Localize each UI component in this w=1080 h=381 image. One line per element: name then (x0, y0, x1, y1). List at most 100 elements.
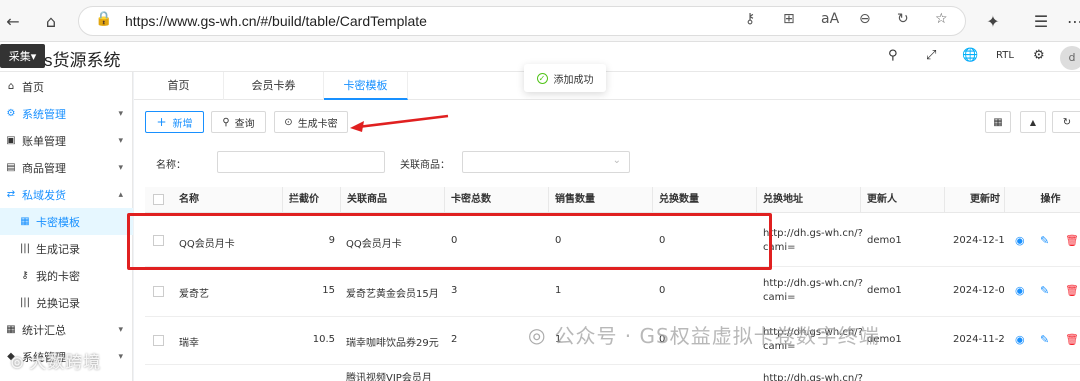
target-icon: ⊙ (284, 116, 293, 128)
annotation-arrow (350, 114, 449, 132)
search-icon: ⚲ (222, 116, 230, 128)
home-icon[interactable]: ⌂ (38, 8, 64, 34)
bill-icon: ▣ (6, 135, 16, 146)
view-icon[interactable]: ◉ (1015, 284, 1025, 297)
rtl-toggle[interactable]: RTL (996, 50, 1014, 61)
logo[interactable]: 采集 ▾ (0, 44, 45, 68)
table-row[interactable]: 爱奇艺 15 爱奇艺黄金会员15月 3 1 0 http://dh.gs-wh.… (145, 267, 1080, 317)
fullscreen-icon[interactable]: ⤢ (926, 48, 936, 63)
sidebar-item-private-delivery[interactable]: ⇄ 私域发货 ▴ (0, 181, 133, 208)
column-header-sold[interactable]: 销售数量 (549, 187, 653, 213)
zoom-out-icon[interactable]: ⊖ (859, 11, 871, 27)
view-icon[interactable]: ◉ (1015, 234, 1025, 247)
favorites-icon[interactable]: ☰ (1028, 8, 1054, 34)
delete-icon[interactable]: 🗑 (1065, 234, 1079, 247)
sidebar-item-redeem-records[interactable]: ||| 兑换记录 (0, 289, 133, 316)
address-bar[interactable]: 🔒 https://www.gs-wh.cn/#/build/table/Car… (78, 6, 966, 36)
caret-up-icon: ▲ (1029, 117, 1037, 127)
generate-cards-button[interactable]: ⊙ 生成卡密 (274, 111, 348, 133)
globe-icon[interactable]: 🌐 (962, 48, 978, 63)
column-header-name[interactable]: 名称 (173, 187, 283, 213)
table-header: 名称 拦截价 关联商品 卡密总数 销售数量 兑换数量 兑换地址 更新人 更新时 … (145, 187, 1080, 213)
search-icon[interactable]: ⚲ (888, 48, 898, 63)
column-header-product[interactable]: 关联商品 (341, 187, 445, 213)
favorite-star-icon[interactable]: ☆ (935, 11, 948, 27)
query-button[interactable]: ⚲ 查询 (211, 111, 266, 133)
add-button[interactable]: + 新增 (145, 111, 204, 133)
sidebar-item-statistics[interactable]: ▦ 统计汇总 ▾ (0, 316, 133, 343)
column-header-redeemed[interactable]: 兑换数量 (653, 187, 757, 213)
sidebar-item-home[interactable]: ⌂ 首页 (0, 73, 133, 100)
sidebar-item-system[interactable]: ⚙ 系统管理 ▾ (0, 100, 133, 127)
collapse-button[interactable]: ▲ (1020, 111, 1046, 133)
chevron-down-icon: ⌄ (612, 155, 621, 166)
shuffle-icon: ⇄ (6, 189, 16, 200)
delete-icon[interactable]: 🗑 (1065, 333, 1079, 346)
grid-icon: ▦ (993, 116, 1003, 128)
chevron-down-icon: ▾ (118, 351, 123, 362)
key-icon: ⚷ (21, 270, 29, 281)
edit-icon[interactable]: ✎ (1040, 284, 1049, 297)
cell-name: 瑞幸 (179, 338, 199, 349)
edit-icon[interactable]: ✎ (1040, 234, 1049, 247)
column-header-time[interactable]: 更新时 (945, 187, 1005, 213)
product-filter-label: 关联商品： (400, 160, 450, 171)
cell-product: 爱奇艺黄金会员15月 (346, 289, 439, 300)
logo-text: 采集 (8, 50, 31, 63)
refresh-button[interactable]: ↻ (1052, 111, 1080, 133)
row-checkbox[interactable] (153, 286, 164, 297)
sidebar-item-generate-records[interactable]: ||| 生成记录 (0, 235, 133, 262)
home-icon: ⌂ (7, 81, 15, 92)
cell-time: 2024-11-2 (953, 334, 1005, 345)
delete-icon[interactable]: 🗑 (1065, 284, 1079, 297)
tab-card-template[interactable]: 卡密模板 (324, 72, 408, 100)
plus-icon: + (156, 115, 167, 129)
sidebar-item-my-cards[interactable]: ⚷ 我的卡密 (0, 262, 133, 289)
select-all-checkbox[interactable] (153, 194, 164, 205)
barcode-icon: ||| (19, 243, 31, 254)
column-header-updater[interactable]: 更新人 (861, 187, 945, 213)
highlight-box (127, 213, 772, 270)
avatar[interactable]: d (1060, 46, 1080, 70)
barcode-icon: ||| (19, 297, 31, 308)
page-tabs: 首页 会员卡券 卡密模板 (134, 72, 1080, 100)
column-header-address[interactable]: 兑换地址 (757, 187, 861, 213)
cell-address-line1: http://dh.gs-wh.cn/? (763, 278, 863, 289)
sidebar-item-card-template[interactable]: ▦ 卡密模板 (0, 208, 133, 235)
sidebar-item-bills[interactable]: ▣ 账单管理 ▾ (0, 127, 133, 154)
product-filter-select[interactable]: ⌄ (462, 151, 630, 173)
name-filter-label: 名称： (156, 160, 186, 171)
edit-icon[interactable]: ✎ (1040, 333, 1049, 346)
extensions-icon[interactable]: ✦ (980, 8, 1006, 34)
success-toast: ✓ 添加成功 (524, 64, 606, 92)
read-aloud-icon[interactable]: aA (821, 11, 839, 27)
gear-icon[interactable]: ⚙ (1033, 48, 1045, 63)
cell-total: 3 (451, 285, 458, 296)
row-checkbox[interactable] (153, 335, 164, 346)
lock-icon[interactable]: 🔒 (95, 11, 112, 27)
key-icon[interactable]: ⚷ (745, 11, 755, 27)
name-filter-input[interactable] (217, 151, 385, 173)
back-icon[interactable]: ← (0, 8, 26, 34)
cell-sold: 1 (555, 285, 562, 296)
column-settings-button[interactable]: ▦ (985, 111, 1011, 133)
sidebar-item-products[interactable]: ▤ 商品管理 ▾ (0, 154, 133, 181)
more-icon[interactable]: ⋯ (1062, 8, 1080, 34)
tab-member-cards[interactable]: 会员卡券 (224, 72, 324, 100)
wechat-icon: ◎ (528, 322, 547, 347)
table-icon: ▦ (6, 324, 16, 335)
cell-price: 10.5 (312, 334, 335, 345)
view-icon[interactable]: ◉ (1015, 333, 1025, 346)
column-header-actions: 操作 (1040, 194, 1061, 205)
chevron-down-icon: ▾ (118, 162, 123, 173)
column-header-total[interactable]: 卡密总数 (445, 187, 549, 213)
product-icon: ▤ (6, 162, 16, 173)
cell-address-line1: http://dh.gs-wh.cn/? (763, 228, 863, 239)
cell-total: 2 (451, 334, 458, 345)
apps-icon[interactable]: ⊞ (783, 11, 795, 27)
column-header-price[interactable]: 拦截价 (283, 187, 341, 213)
refresh-icon[interactable]: ↻ (897, 11, 909, 27)
tab-home[interactable]: 首页 (134, 72, 224, 100)
browser-toolbar: ← ⌂ 🔒 https://www.gs-wh.cn/#/build/table… (0, 0, 1080, 42)
table-row[interactable]: 腾讯视频VIP会员月 http://dh.gs-wh.cn/? (145, 365, 1080, 381)
